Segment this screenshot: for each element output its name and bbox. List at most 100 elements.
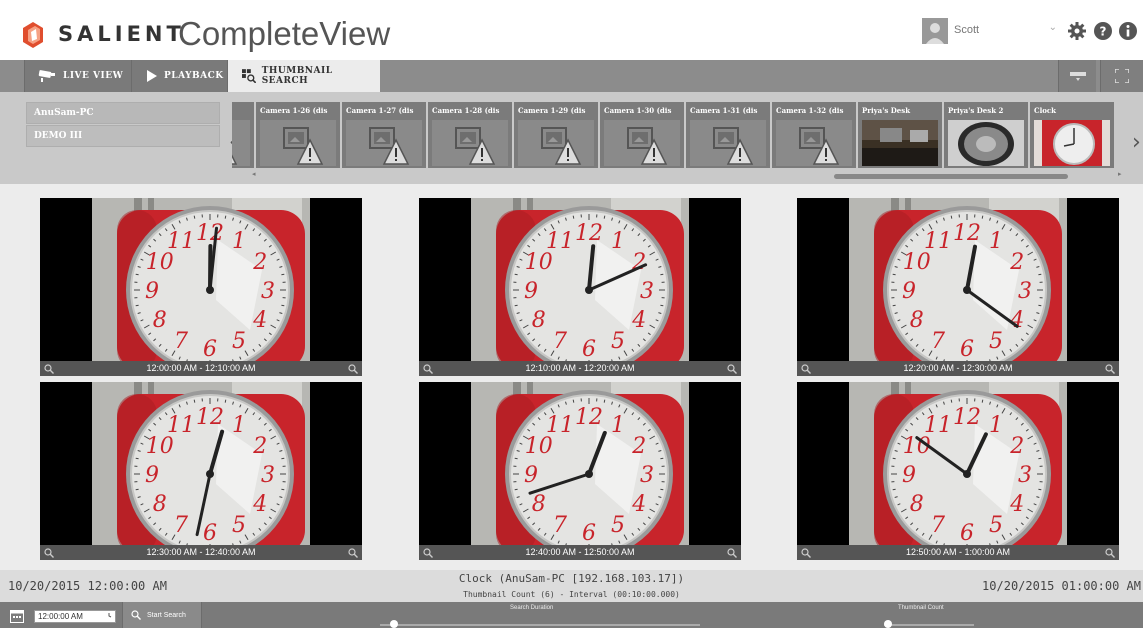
thumbnail-image: 12 1 2 3 4 5 6 7 8 9 10 11 bbox=[92, 382, 310, 545]
tab-bar: LIVE VIEW PLAYBACK THUMBNAIL SEARCH bbox=[0, 60, 1143, 92]
svg-text:7: 7 bbox=[174, 329, 188, 354]
svg-text:7: 7 bbox=[553, 329, 567, 354]
svg-text:7: 7 bbox=[553, 513, 567, 538]
camera-offline-icon bbox=[690, 120, 766, 166]
svg-text:6: 6 bbox=[582, 521, 596, 545]
search-duration-handle[interactable] bbox=[390, 620, 398, 628]
chevron-down-icon: ⌄ bbox=[1048, 22, 1057, 33]
horizontal-scrollbar[interactable] bbox=[834, 174, 1068, 179]
tab-thumbnail-search[interactable]: THUMBNAIL SEARCH bbox=[228, 60, 380, 92]
thumbnail-card[interactable]: 12 1 2 3 4 5 6 7 8 9 10 11 12:30:00 AM - 12:40:00 AM bbox=[40, 382, 362, 560]
svg-text:5: 5 bbox=[611, 329, 625, 354]
fullscreen-button[interactable] bbox=[1100, 60, 1143, 92]
product-name: CompleteView bbox=[178, 15, 391, 52]
zoom-out-icon[interactable] bbox=[801, 364, 811, 374]
fullscreen-icon bbox=[1115, 69, 1129, 83]
svg-text:8: 8 bbox=[153, 492, 167, 517]
camera-tile[interactable]: Priya's Desk 2 bbox=[944, 102, 1028, 168]
tab-label: THUMBNAIL SEARCH bbox=[261, 66, 333, 86]
svg-text:3: 3 bbox=[640, 463, 654, 488]
camera-tile[interactable]: is bbox=[232, 102, 254, 168]
thumbnail-card[interactable]: 12 1 2 3 4 5 6 7 8 9 10 11 12:00:00 AM - 12:10:00 AM bbox=[40, 198, 362, 376]
zoom-out-icon[interactable] bbox=[423, 548, 433, 558]
start-search-label: Start Search bbox=[147, 611, 186, 619]
svg-text:2: 2 bbox=[1009, 250, 1024, 275]
tab-live-view[interactable]: LIVE VIEW bbox=[24, 60, 132, 92]
clock-icon[interactable] bbox=[104, 611, 114, 621]
thumbnail-card[interactable]: 12 1 2 3 4 5 6 7 8 9 10 11 12:20:00 AM - 12:30:00 AM bbox=[797, 198, 1119, 376]
camera-tile[interactable]: Camera 1-31 (dis bbox=[686, 102, 770, 168]
camera-offline-icon bbox=[604, 120, 680, 166]
camera-offline-icon bbox=[232, 120, 250, 166]
zoom-out-icon[interactable] bbox=[44, 364, 54, 374]
svg-text:7: 7 bbox=[174, 513, 188, 538]
thumbnail-card[interactable]: 12 1 2 3 4 5 6 7 8 9 10 11 12:10:00 AM - 12:20:00 AM bbox=[419, 198, 741, 376]
camera-label: Camera 1-26 (dis bbox=[260, 106, 328, 115]
thumbnail-time-range: 12:50:00 AM - 1:00:00 AM bbox=[797, 545, 1119, 560]
camera-offline-icon bbox=[518, 120, 594, 166]
camera-label: Priya's Desk bbox=[862, 106, 911, 115]
camera-tile[interactable]: Camera 1-26 (dis bbox=[256, 102, 340, 168]
gear-icon[interactable] bbox=[1068, 22, 1086, 40]
svg-text:1: 1 bbox=[611, 229, 625, 254]
server-item-demo-iii[interactable]: DEMO III bbox=[26, 125, 220, 147]
zoom-out-icon[interactable] bbox=[423, 364, 433, 374]
zoom-in-icon[interactable] bbox=[1105, 548, 1115, 558]
thumbnail-image: 12 1 2 3 4 5 6 7 8 9 10 11 bbox=[471, 198, 689, 361]
camera-tile[interactable]: Camera 1-32 (dis bbox=[772, 102, 856, 168]
svg-text:1: 1 bbox=[232, 229, 246, 254]
thumbnail-card[interactable]: 12 1 2 3 4 5 6 7 8 9 10 11 12:40:00 AM - 12:50:00 AM bbox=[419, 382, 741, 560]
camera-tile[interactable]: Camera 1-30 (dis bbox=[600, 102, 684, 168]
svg-text:6: 6 bbox=[203, 337, 217, 361]
scroll-left-icon[interactable]: ◂ bbox=[252, 170, 256, 178]
camera-offline-icon bbox=[260, 120, 336, 166]
thumbnail-count-slider[interactable] bbox=[884, 624, 974, 626]
thumbnail-time-range: 12:00:00 AM - 12:10:00 AM bbox=[40, 361, 362, 376]
zoom-in-icon[interactable] bbox=[348, 548, 358, 558]
search-toolbar: 12:00:00 AM Start Search Search Duration… bbox=[0, 602, 1143, 628]
search-duration-slider[interactable] bbox=[380, 624, 700, 626]
camera-strip: AnuSam-PC DEMO III ‹ › isCamera 1-26 (di… bbox=[0, 92, 1143, 184]
calendar-icon[interactable] bbox=[10, 609, 24, 623]
camera-label: Camera 1-30 (dis bbox=[604, 106, 672, 115]
camera-tile[interactable]: Priya's Desk bbox=[858, 102, 942, 168]
svg-text:4: 4 bbox=[631, 308, 646, 333]
svg-text:6: 6 bbox=[203, 521, 217, 545]
svg-text:11: 11 bbox=[924, 413, 952, 438]
svg-text:11: 11 bbox=[546, 229, 574, 254]
svg-text:3: 3 bbox=[261, 463, 275, 488]
server-item-anusam-pc[interactable]: AnuSam-PC bbox=[26, 102, 220, 124]
camera-label: Camera 1-32 (dis bbox=[776, 106, 844, 115]
thumbnail-image: 12 1 2 3 4 5 6 7 8 9 10 11 bbox=[849, 382, 1067, 545]
camera-tile[interactable]: Camera 1-29 (dis bbox=[514, 102, 598, 168]
ptz-control-button[interactable] bbox=[1058, 60, 1096, 92]
zoom-in-icon[interactable] bbox=[1105, 364, 1115, 374]
svg-text:4: 4 bbox=[252, 308, 267, 333]
help-icon[interactable]: ? bbox=[1094, 22, 1112, 40]
user-menu[interactable]: Scott ⌄ bbox=[922, 18, 1057, 44]
info-icon[interactable] bbox=[1119, 22, 1137, 40]
chevron-right-icon[interactable]: › bbox=[1132, 130, 1141, 155]
zoom-in-icon[interactable] bbox=[348, 364, 358, 374]
thumbnail-image: 12 1 2 3 4 5 6 7 8 9 10 11 bbox=[92, 198, 310, 361]
tab-playback[interactable]: PLAYBACK bbox=[132, 60, 228, 92]
thumbnail-count-handle[interactable] bbox=[884, 620, 892, 628]
camera-tile[interactable]: Camera 1-27 (dis bbox=[342, 102, 426, 168]
svg-text:?: ? bbox=[1100, 25, 1107, 39]
svg-text:5: 5 bbox=[989, 329, 1003, 354]
tab-label: PLAYBACK bbox=[164, 71, 224, 81]
app-header: SALIENT CompleteView Scott ⌄ ? bbox=[0, 0, 1143, 60]
camera-label: Camera 1-27 (dis bbox=[346, 106, 414, 115]
camera-tile[interactable]: Camera 1-28 (dis bbox=[428, 102, 512, 168]
scroll-right-icon[interactable]: ▸ bbox=[1118, 170, 1122, 178]
zoom-out-icon[interactable] bbox=[44, 548, 54, 558]
camera-tile[interactable]: Clock bbox=[1030, 102, 1114, 168]
search-status-bar: 10/20/2015 12:00:00 AM Clock (AnuSam-PC … bbox=[0, 570, 1143, 602]
thumbnail-card[interactable]: 12 1 2 3 4 5 6 7 8 9 10 11 12:50:00 AM - 1:00:00 AM bbox=[797, 382, 1119, 560]
camera-offline-icon bbox=[776, 120, 852, 166]
zoom-in-icon[interactable] bbox=[727, 364, 737, 374]
zoom-out-icon[interactable] bbox=[801, 548, 811, 558]
zoom-in-icon[interactable] bbox=[727, 548, 737, 558]
svg-text:8: 8 bbox=[532, 492, 546, 517]
start-search-button[interactable]: Start Search bbox=[122, 602, 202, 628]
